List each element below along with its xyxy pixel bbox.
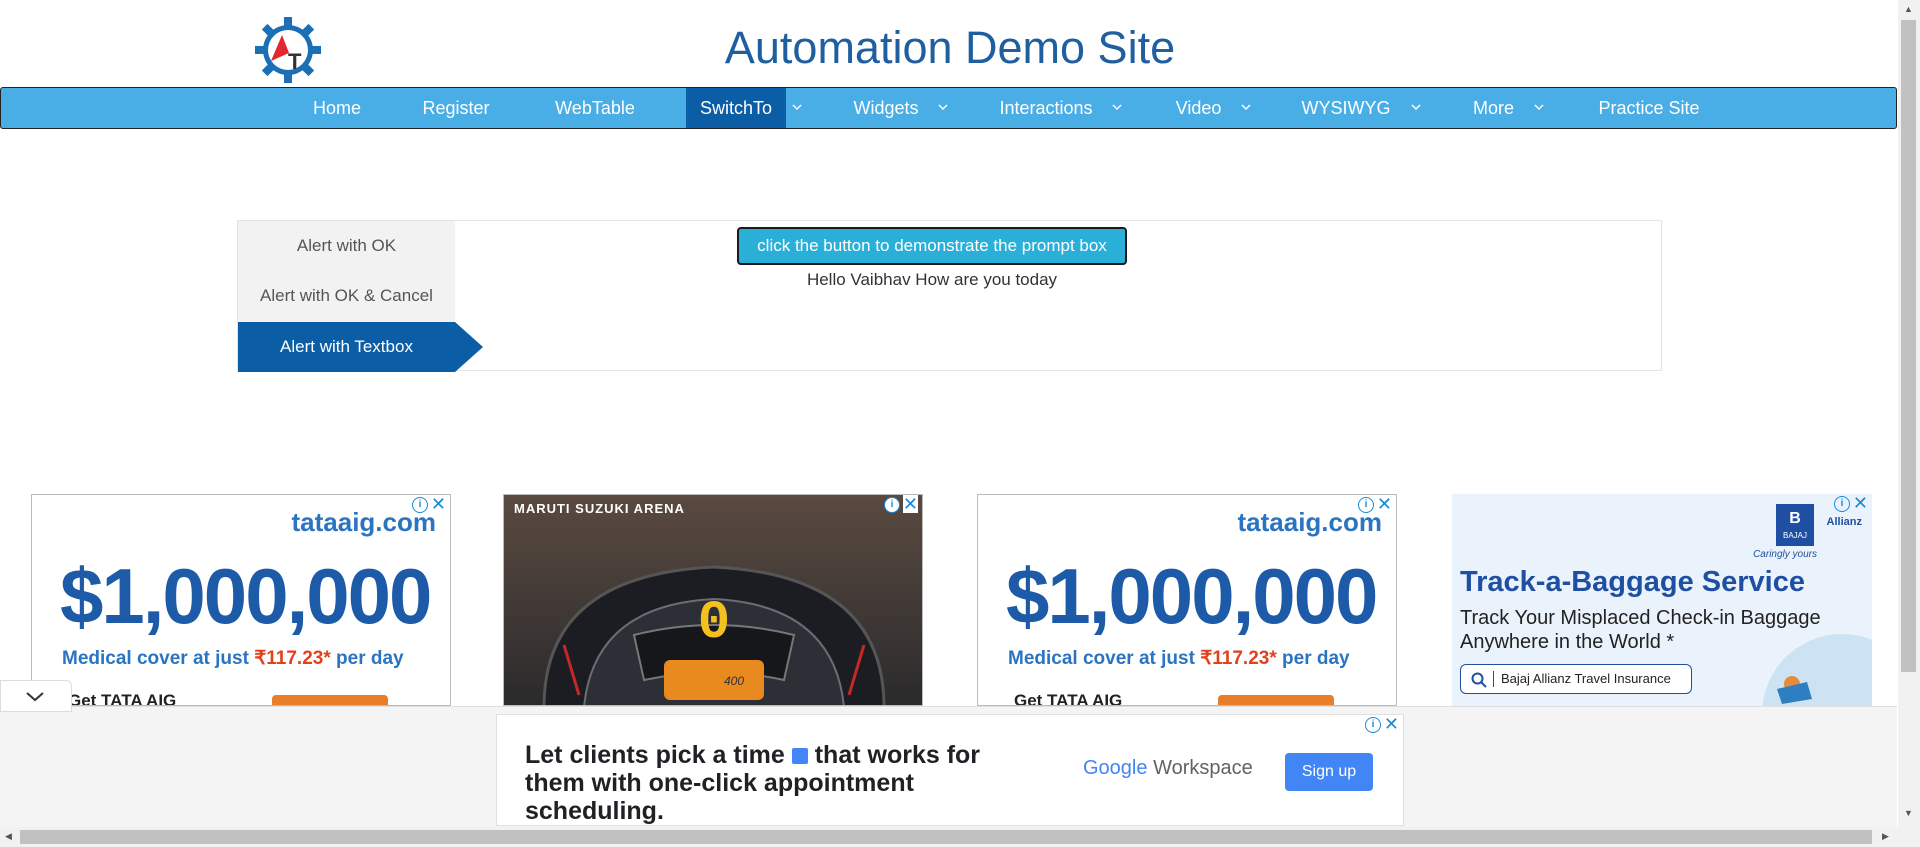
calendar-icon	[791, 748, 808, 765]
speed-digit: 0	[698, 593, 730, 654]
ad-medical-text: Medical cover at just ₹117.23* per day	[1008, 647, 1350, 670]
nav-switchto[interactable]: SwitchTo	[686, 88, 786, 128]
speedometer-image: 0 400	[504, 495, 922, 705]
horizontal-scrollbar-thumb[interactable]	[20, 830, 1872, 844]
nav-label: SwitchTo	[699, 98, 773, 118]
info-icon[interactable]: i	[1834, 496, 1850, 512]
prompt-box-button[interactable]: click the button to demonstrate the prom…	[737, 227, 1127, 265]
close-icon[interactable]: ✕	[902, 495, 918, 513]
active-tab-arrow	[455, 322, 483, 372]
ad-medical-rate: ₹117.23*	[1200, 648, 1277, 669]
nav-label: More	[1472, 98, 1514, 118]
info-icon[interactable]: i	[884, 497, 900, 513]
site-logo[interactable]: T	[255, 17, 321, 83]
ad-search-text: Bajaj Allianz Travel Insurance	[1501, 671, 1671, 686]
close-icon[interactable]: ✕	[1853, 494, 1868, 512]
chevron-down-icon	[26, 692, 44, 702]
nav-interactions[interactable]: Interactions	[991, 88, 1101, 128]
nav-label: Register	[422, 98, 490, 118]
nav-video[interactable]: Video	[1166, 88, 1231, 128]
ad-medical-rate: ₹117.23*	[254, 648, 331, 669]
ad-tagline: Caringly yours	[1753, 549, 1817, 560]
chevron-down-icon[interactable]	[788, 88, 806, 128]
scroll-right-icon[interactable]: ▶	[1882, 831, 1889, 842]
gear-logo-icon: T	[255, 17, 321, 83]
nav-wysiwyg[interactable]: WYSIWYG	[1296, 88, 1396, 128]
allianz-logo: Allianz	[1826, 516, 1862, 528]
nav-label: WebTable	[555, 98, 635, 118]
nav-label: Widgets	[853, 98, 919, 118]
bajaj-logo: B BAJAJ	[1776, 504, 1814, 546]
scroll-down-icon[interactable]: ▼	[1904, 808, 1913, 818]
nav-label: Practice Site	[1598, 98, 1700, 118]
ad-cta-button[interactable]	[1218, 695, 1334, 705]
close-icon[interactable]: ✕	[1384, 715, 1399, 733]
nav-label: Home	[312, 98, 361, 118]
chevron-down-icon[interactable]	[1108, 88, 1126, 128]
ad-text-line1: Let clients pick a time	[525, 741, 785, 769]
prompt-result-text: Hello Vaibhav How are you today	[806, 270, 1058, 289]
search-icon	[1471, 672, 1487, 688]
scroll-up-icon[interactable]: ▲	[1904, 4, 1913, 14]
chevron-down-icon[interactable]	[1407, 88, 1425, 128]
ad-brand: tataaig.com	[1237, 507, 1383, 537]
ad-medical-prefix: Medical cover at just	[1008, 648, 1201, 669]
chevron-down-icon[interactable]	[934, 88, 952, 128]
ad-cta-button[interactable]	[272, 695, 388, 705]
main-navbar: Home Register WebTable SwitchTo Widgets …	[0, 87, 1897, 129]
ad-headline: Track-a-Baggage Service	[1460, 566, 1805, 598]
chevron-down-icon[interactable]	[1237, 88, 1255, 128]
ad-cta-text: Get TATA AIG	[1014, 691, 1123, 706]
google-workspace-ad[interactable]: Let clients pick a time that works for t…	[496, 714, 1404, 826]
ad-brand: MARUTI SUZUKI ARENA	[514, 501, 685, 516]
nav-register[interactable]: Register	[401, 88, 511, 128]
tab-alert-textbox[interactable]: Alert with Textbox	[238, 322, 455, 372]
ad-medical-suffix: per day	[330, 648, 404, 669]
nav-home[interactable]: Home	[291, 88, 383, 128]
ad-tataaig-1[interactable]: i ✕ tataaig.com $1,000,000 Medical cover…	[31, 494, 451, 706]
ad-brand: tataaig.com	[291, 507, 437, 537]
vertical-scrollbar-thumb[interactable]	[1901, 20, 1916, 672]
workspace-word: Workspace	[1153, 757, 1253, 779]
ad-amount: $1,000,000	[1006, 552, 1378, 640]
bajaj-logo-text: BAJAJ	[1782, 531, 1807, 540]
nav-label: Video	[1175, 98, 1222, 118]
svg-text:T: T	[288, 49, 302, 74]
nav-webtable[interactable]: WebTable	[535, 88, 655, 128]
ad-tataaig-2[interactable]: i ✕ tataaig.com $1,000,000 Medical cover…	[977, 494, 1397, 706]
ad-maruti-suzuki[interactable]: 0 400 MARUTI SUZUKI ARENA i ✕	[503, 494, 923, 706]
google-word: Google	[1083, 757, 1148, 779]
ad-medical-prefix: Medical cover at just	[62, 648, 255, 669]
tab-alert-ok[interactable]: Alert with OK	[238, 221, 455, 271]
ad-subtext: Track Your Misplaced Check-in Baggage An…	[1460, 607, 1821, 653]
collapse-ad-button[interactable]	[0, 680, 72, 712]
signup-button[interactable]: Sign up	[1285, 753, 1373, 791]
ad-text: Let clients pick a time that works for t…	[525, 741, 1045, 825]
google-workspace-logo: Google Workspace	[1083, 757, 1253, 780]
ad-cta-text: Get TATA AIG	[68, 691, 177, 706]
nav-more[interactable]: More	[1461, 88, 1526, 128]
alert-tabs: Alert with OK Alert with OK & Cancel Ale…	[238, 221, 455, 372]
ad-search-box[interactable]: Bajaj Allianz Travel Insurance	[1460, 664, 1692, 694]
chevron-down-icon[interactable]	[1530, 88, 1548, 128]
site-title: Automation Demo Site	[724, 22, 1176, 73]
tab-alert-ok-cancel[interactable]: Alert with OK & Cancel	[238, 271, 455, 321]
scroll-left-icon[interactable]: ◀	[5, 831, 12, 842]
ad-amount: $1,000,000	[60, 552, 432, 640]
odometer-value: 400	[724, 674, 744, 688]
ad-medical-suffix: per day	[1276, 648, 1350, 669]
ad-medical-text: Medical cover at just ₹117.23* per day	[62, 647, 404, 670]
info-icon[interactable]: i	[1365, 717, 1381, 733]
nav-practice-site[interactable]: Practice Site	[1591, 88, 1707, 128]
nav-widgets[interactable]: Widgets	[836, 88, 936, 128]
ad-bajaj-allianz[interactable]: B BAJAJ Allianz Caringly yours Track-a-B…	[1452, 494, 1872, 706]
nav-label: WYSIWYG	[1301, 98, 1391, 118]
nav-label: Interactions	[999, 98, 1093, 118]
